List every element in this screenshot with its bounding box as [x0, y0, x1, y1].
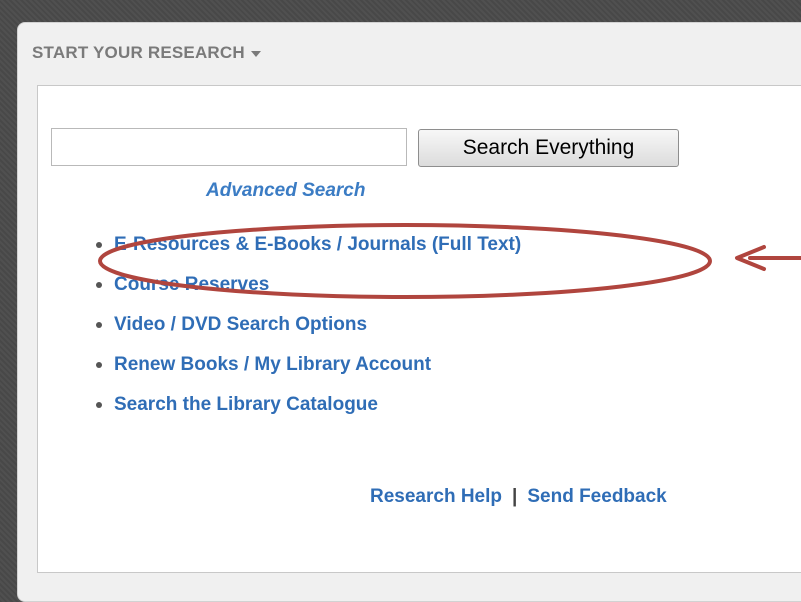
- footer-links: Research Help | Send Feedback: [370, 486, 667, 508]
- link-video-dvd[interactable]: Video / DVD Search Options: [96, 313, 521, 353]
- link-library-catalogue[interactable]: Search the Library Catalogue: [96, 393, 521, 433]
- link-renew-books[interactable]: Renew Books / My Library Account: [96, 353, 521, 393]
- panel-header-label: START YOUR RESEARCH: [32, 43, 245, 62]
- research-link-list: E-Resources & E-Books / Journals (Full T…: [96, 233, 521, 433]
- research-help-link[interactable]: Research Help: [370, 486, 502, 507]
- link-e-resources[interactable]: E-Resources & E-Books / Journals (Full T…: [96, 233, 521, 273]
- search-everything-button[interactable]: Search Everything: [418, 129, 679, 167]
- send-feedback-link[interactable]: Send Feedback: [527, 486, 666, 507]
- caret-down-icon: [250, 51, 261, 57]
- panel-header-toggle[interactable]: START YOUR RESEARCH: [32, 43, 261, 63]
- footer-separator: |: [512, 486, 518, 507]
- link-course-reserves[interactable]: Course Reserves: [96, 273, 521, 313]
- advanced-search-link[interactable]: Advanced Search: [206, 180, 365, 202]
- search-input[interactable]: [51, 128, 407, 166]
